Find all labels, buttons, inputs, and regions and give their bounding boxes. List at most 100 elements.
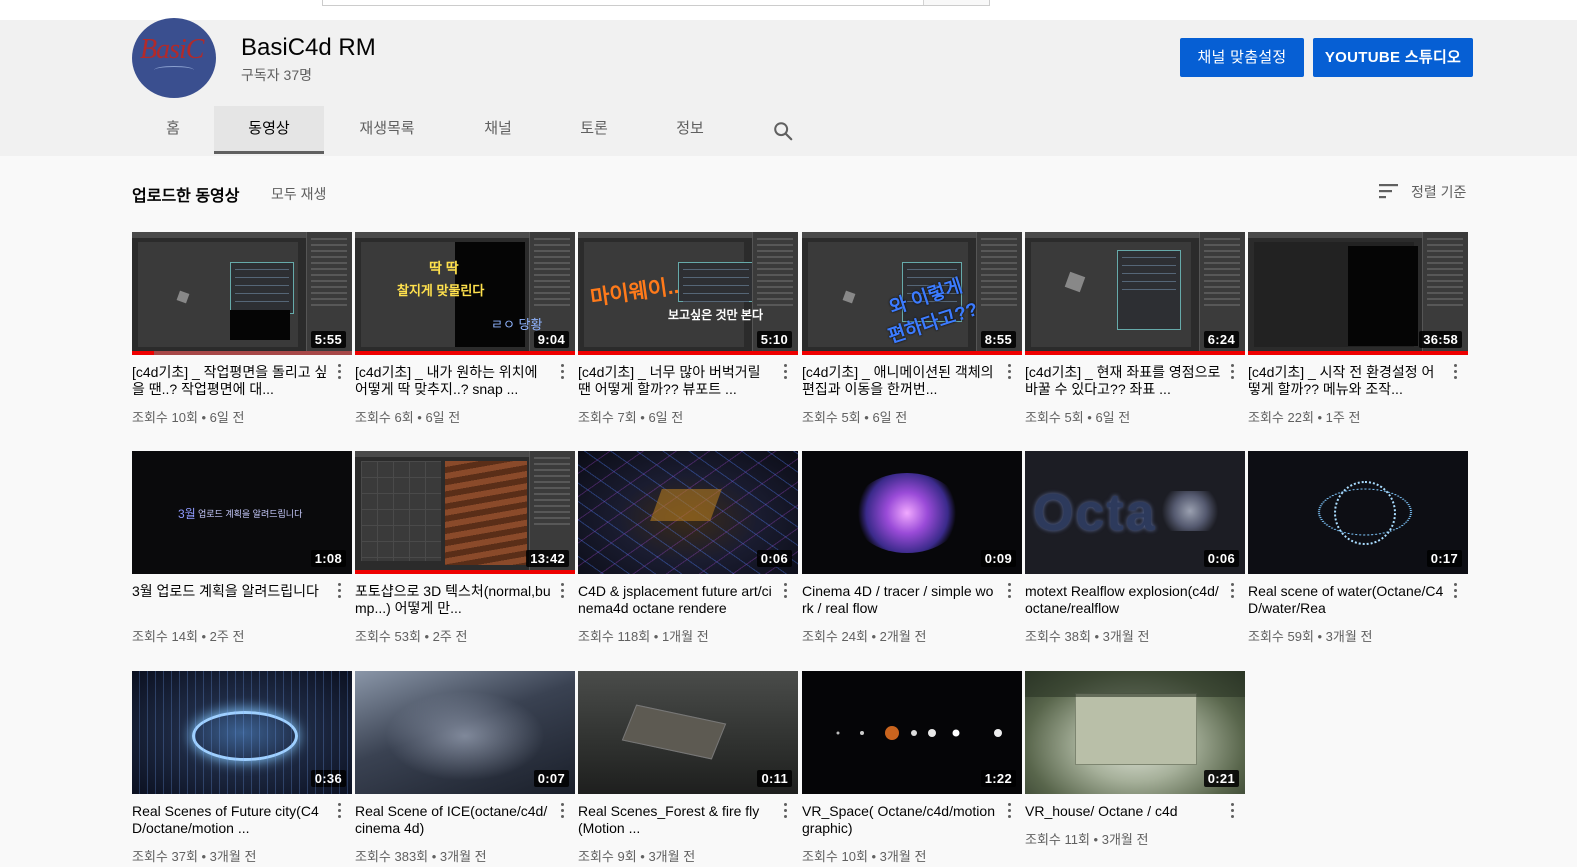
- thumbnail-text: 3월: [178, 507, 196, 521]
- video-thumbnail[interactable]: 딱 딱 찰지게 맞물린다 ㄹㅇ 당황 9:04: [355, 232, 575, 355]
- video-meta: 조회수 38회 • 3개월 전: [1025, 629, 1150, 644]
- search-box[interactable]: [322, 0, 990, 6]
- more-options-icon[interactable]: [1006, 364, 1012, 384]
- watch-progress: [1248, 351, 1468, 355]
- youtube-studio-button[interactable]: YOUTUBE 스튜디오: [1313, 38, 1473, 77]
- search-button[interactable]: [923, 0, 989, 5]
- video-title[interactable]: VR_Space( Octane/c4d/motion graphic): [802, 803, 998, 837]
- video-duration: 0:09: [980, 550, 1016, 567]
- more-options-icon[interactable]: [782, 803, 788, 823]
- more-options-icon[interactable]: [1006, 803, 1012, 823]
- sort-button[interactable]: 정렬 기준: [1411, 182, 1466, 202]
- video-thumbnail[interactable]: 5:55: [132, 232, 352, 355]
- video-card[interactable]: 1:22 VR_Space( Octane/c4d/motion graphic…: [802, 671, 1022, 864]
- video-thumbnail[interactable]: 3월 업로드 계획을 알려드립니다 1:08: [132, 451, 352, 574]
- video-duration: 8:55: [980, 331, 1016, 348]
- video-card[interactable]: 0:06 C4D & jsplacement future art/cinema…: [578, 451, 798, 644]
- video-title[interactable]: VR_house/ Octane / c4d: [1025, 803, 1221, 820]
- search-icon[interactable]: [772, 120, 794, 142]
- section-title: 업로드한 동영상: [132, 188, 240, 205]
- tab-channels[interactable]: 채널: [450, 106, 546, 154]
- more-options-icon[interactable]: [559, 364, 565, 384]
- video-card[interactable]: 0:17 Real scene of water(Octane/C4D/wate…: [1248, 451, 1468, 644]
- channel-avatar[interactable]: BasiC: [132, 18, 216, 98]
- video-meta: 조회수 14회 • 2주 전: [132, 629, 245, 644]
- tab-videos[interactable]: 동영상: [214, 106, 324, 154]
- sort-icon[interactable]: [1379, 183, 1399, 199]
- video-card[interactable]: 5:55 [c4d기초] _ 작업평면을 돌리고 싶을 땐..? 작업평면에 대…: [132, 232, 352, 425]
- video-thumbnail[interactable]: 1:22: [802, 671, 1022, 794]
- more-options-icon[interactable]: [782, 583, 788, 603]
- more-options-icon[interactable]: [782, 364, 788, 384]
- video-duration: 36:58: [1419, 331, 1462, 348]
- video-card[interactable]: 0:11 Real Scenes_Forest & fire fly(Motio…: [578, 671, 798, 864]
- more-options-icon[interactable]: [1229, 583, 1235, 603]
- video-card[interactable]: 13:42 포토샵으로 3D 텍스처(normal,bump...) 어떻게 만…: [355, 451, 575, 644]
- video-thumbnail[interactable]: 0:06: [1025, 451, 1245, 574]
- video-card[interactable]: 딱 딱 찰지게 맞물린다 ㄹㅇ 당황 9:04 [c4d기초] _ 내가 원하는…: [355, 232, 575, 425]
- video-duration: 1:22: [980, 770, 1016, 787]
- more-options-icon[interactable]: [1452, 364, 1458, 384]
- video-title[interactable]: [c4d기초] _ 애니메이션된 객체의 편집과 이동을 한꺼번...: [802, 364, 998, 398]
- video-title[interactable]: Real Scenes_Forest & fire fly(Motion ...: [578, 803, 774, 837]
- video-duration: 6:24: [1203, 331, 1239, 348]
- more-options-icon[interactable]: [1229, 364, 1235, 384]
- video-card[interactable]: 0:09 Cinema 4D / tracer / simple work / …: [802, 451, 1022, 644]
- video-title[interactable]: motext Realflow explosion(c4d/octane/rea…: [1025, 583, 1221, 617]
- video-duration: 9:04: [533, 331, 569, 348]
- video-thumbnail[interactable]: 0:21: [1025, 671, 1245, 794]
- more-options-icon[interactable]: [559, 583, 565, 603]
- video-thumbnail[interactable]: 와 이렇게 편하다고?? 8:55: [802, 232, 1022, 355]
- more-options-icon[interactable]: [336, 803, 342, 823]
- video-title[interactable]: 3월 업로드 계획을 알려드립니다: [132, 583, 328, 617]
- video-thumbnail[interactable]: 0:09: [802, 451, 1022, 574]
- video-card[interactable]: 0:21 VR_house/ Octane / c4d 조회수 11회 • 3개…: [1025, 671, 1245, 847]
- video-card[interactable]: 0:36 Real Scenes of Future city(C4D/octa…: [132, 671, 352, 864]
- video-title[interactable]: [c4d기초] _ 시작 전 환경설정 어떻게 할까?? 메뉴와 조작...: [1248, 364, 1444, 398]
- video-duration: 13:42: [526, 550, 569, 567]
- tab-playlists[interactable]: 재생목록: [328, 106, 446, 154]
- more-options-icon[interactable]: [559, 803, 565, 823]
- more-options-icon[interactable]: [1229, 803, 1235, 823]
- video-card[interactable]: 3월 업로드 계획을 알려드립니다 1:08 3월 업로드 계획을 알려드립니다…: [132, 451, 352, 644]
- video-card[interactable]: 6:24 [c4d기초] _ 현재 좌표를 영점으로 바꿀 수 있다고?? 좌표…: [1025, 232, 1245, 425]
- video-title[interactable]: Cinema 4D / tracer / simple work / real …: [802, 583, 998, 617]
- video-title[interactable]: Real Scenes of Future city(C4D/octane/mo…: [132, 803, 328, 837]
- more-options-icon[interactable]: [1452, 583, 1458, 603]
- video-title[interactable]: [c4d기초] _ 작업평면을 돌리고 싶을 땐..? 작업평면에 대...: [132, 364, 328, 398]
- video-card[interactable]: 와 이렇게 편하다고?? 8:55 [c4d기초] _ 애니메이션된 객체의 편…: [802, 232, 1022, 425]
- video-thumbnail[interactable]: 6:24: [1025, 232, 1245, 355]
- channel-name: BasiC4d RM: [241, 34, 376, 61]
- play-all-link[interactable]: 모두 재생: [271, 184, 326, 204]
- more-options-icon[interactable]: [336, 364, 342, 384]
- video-title[interactable]: [c4d기초] _ 내가 원하는 위치에 어떻게 딱 맞추지..? snap .…: [355, 364, 551, 398]
- video-meta: 조회수 5회 • 6일 전: [802, 410, 908, 425]
- video-meta: 조회수 10회 • 3개월 전: [802, 849, 927, 864]
- tab-home[interactable]: 홈: [132, 106, 214, 154]
- video-title[interactable]: Real scene of water(Octane/C4D/water/Rea: [1248, 583, 1444, 617]
- video-card[interactable]: 0:06 motext Realflow explosion(c4d/octan…: [1025, 451, 1245, 644]
- video-title[interactable]: C4D & jsplacement future art/cinema4d oc…: [578, 583, 774, 617]
- video-thumbnail[interactable]: 0:36: [132, 671, 352, 794]
- tab-discussion[interactable]: 토론: [546, 106, 642, 154]
- video-card[interactable]: 0:07 Real Scene of ICE(octane/c4d/cinema…: [355, 671, 575, 864]
- more-options-icon[interactable]: [1006, 583, 1012, 603]
- video-thumbnail[interactable]: 0:17: [1248, 451, 1468, 574]
- video-thumbnail[interactable]: 0:11: [578, 671, 798, 794]
- video-duration: 0:07: [533, 770, 569, 787]
- video-card[interactable]: 36:58 [c4d기초] _ 시작 전 환경설정 어떻게 할까?? 메뉴와 조…: [1248, 232, 1468, 425]
- video-title[interactable]: [c4d기초] _ 현재 좌표를 영점으로 바꿀 수 있다고?? 좌표 ...: [1025, 364, 1221, 398]
- video-title[interactable]: 포토샵으로 3D 텍스처(normal,bump...) 어떻게 만...: [355, 583, 551, 617]
- more-options-icon[interactable]: [336, 583, 342, 603]
- video-thumbnail[interactable]: 13:42: [355, 451, 575, 574]
- video-thumbnail[interactable]: 36:58: [1248, 232, 1468, 355]
- tab-about[interactable]: 정보: [642, 106, 738, 154]
- video-thumbnail[interactable]: 0:06: [578, 451, 798, 574]
- customize-channel-button[interactable]: 채널 맞춤설정: [1180, 38, 1304, 77]
- video-title[interactable]: [c4d기초] _ 너무 많아 버벅거릴 땐 어떻게 할까?? 뷰포트 ...: [578, 364, 774, 398]
- video-card[interactable]: 마이웨이.. 보고싶은 것만 본다 5:10 [c4d기초] _ 너무 많아 버…: [578, 232, 798, 425]
- video-thumbnail[interactable]: 0:07: [355, 671, 575, 794]
- video-thumbnail[interactable]: 마이웨이.. 보고싶은 것만 본다 5:10: [578, 232, 798, 355]
- video-title[interactable]: Real Scene of ICE(octane/c4d/cinema 4d): [355, 803, 551, 837]
- video-duration: 0:06: [1203, 550, 1239, 567]
